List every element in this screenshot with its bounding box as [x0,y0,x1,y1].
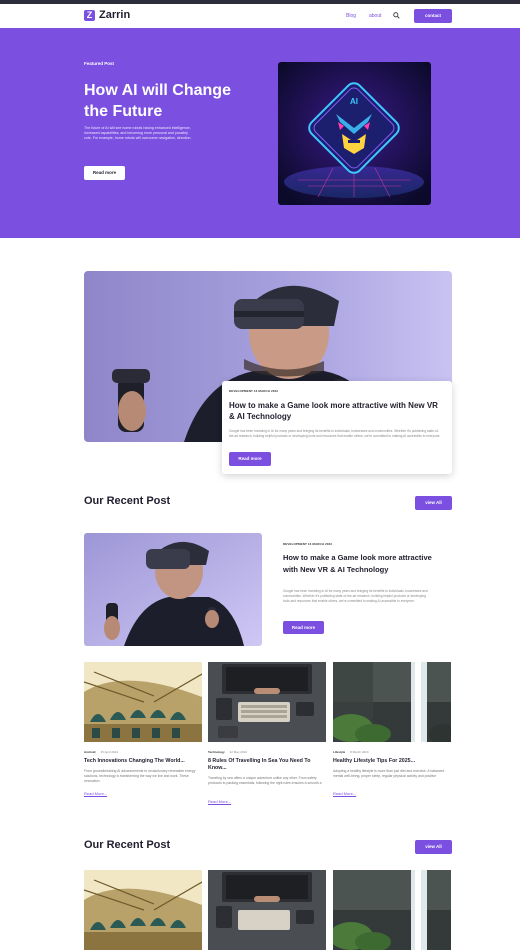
card-image-desk [208,662,326,742]
card-read-more-link-3[interactable]: Read More... [333,791,356,796]
card-image-architecture-2 [84,870,202,950]
card-title-2[interactable]: 8 Rules Of Travelling In Sea You Need To… [208,758,326,772]
feature-title[interactable]: How to make a Game look more attractive … [229,400,439,422]
card-title-3[interactable]: Healthy Lifestyle Tips For 2025... [333,758,451,765]
contact-button[interactable]: contact [414,9,452,23]
recent-post-title[interactable]: How to make a Game look more attractive … [283,552,433,575]
hero-eyebrow: Featured Post [84,61,115,66]
recent-post-meta: DEVELOPMENT 16 MARCH 2023 [283,542,333,546]
view-all-button-2[interactable]: view All [415,840,452,854]
search-icon[interactable] [393,12,400,19]
hero-ai-image: AI [278,62,431,205]
card-image-architecture [84,662,202,742]
feature-description: Google has been investing in AI for many… [229,429,441,438]
feature-card: DEVELOPMENT 16 MARCH 2023 How to make a … [222,381,452,474]
card-read-more-link-2[interactable]: Read More... [208,799,231,804]
feature-meta: DEVELOPMENT 16 MARCH 2023 [229,389,279,393]
recent-post-heading: Our Recent Post [84,495,171,507]
hero-read-more-button[interactable]: Read more [84,166,125,180]
card-description-1: From groundbreaking AI advancements to r… [84,769,196,783]
ai-badge-text: AI [350,97,358,106]
card-description-2: Traveling by sea offers a unique adventu… [208,776,322,785]
brand-name: Zarrin [99,9,131,21]
feature-read-more-button[interactable]: Read more [229,452,271,466]
card-image-waterfall-2 [333,870,451,950]
nav-link-blog[interactable]: Blog [346,13,356,19]
card-meta-3: Lifestyle 8 March 2024 [333,750,369,754]
hero-title: How AI will Change the Future [84,82,231,120]
hero-section: Featured Post How AI will Change the Fut… [0,28,520,238]
navbar: Z Zarrin Blog about contact [0,4,520,28]
recent-post-heading-2: Our Recent Post [84,839,171,851]
card-image-desk-2 [208,870,326,950]
card-read-more-link-1[interactable]: Read More... [84,791,107,796]
card-description-3: Adopting a healthy lifestyle is more tha… [333,769,445,778]
zarrin-logo-icon: Z [84,9,95,21]
recent-post-description: Google has been investing in AI for many… [283,589,428,603]
card-title-1[interactable]: Tech Innovations Changing The World... [84,758,202,765]
view-all-button[interactable]: view All [415,496,452,510]
card-meta-2: Technology 22 May 2024 [208,750,247,754]
hero-description: The future of AI will see home robots ha… [84,126,191,141]
brand-logo[interactable]: Z Zarrin [84,9,130,21]
nav-link-about[interactable]: about [369,13,382,19]
card-image-waterfall [333,662,451,742]
recent-post-image [84,533,262,646]
card-meta-1: Android 15 April 2024 [84,750,119,754]
recent-post-read-more-button[interactable]: Read more [283,621,324,634]
